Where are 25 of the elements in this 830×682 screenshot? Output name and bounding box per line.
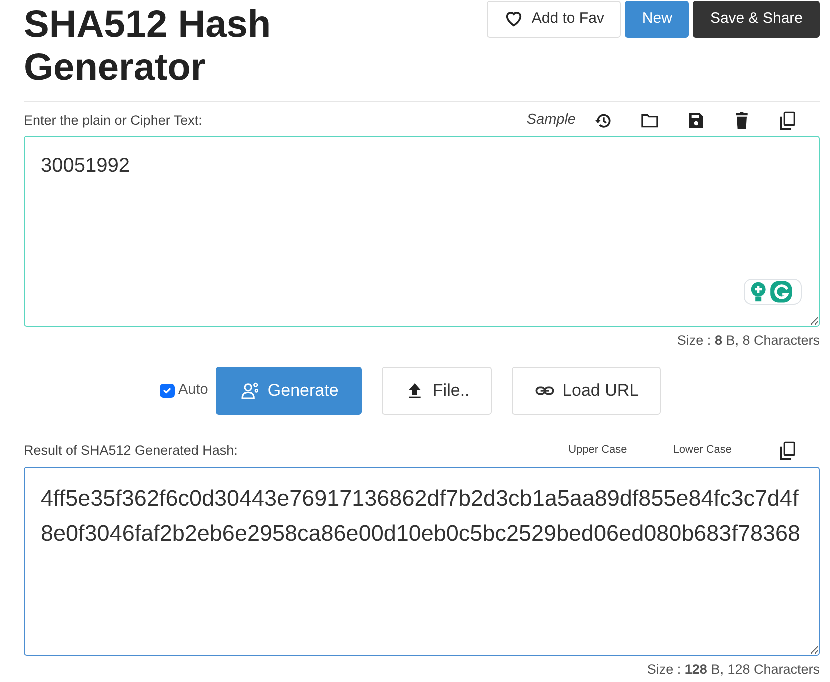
size-info: Size : 128 B, 128 Characters: [646, 660, 820, 679]
extension-badge-icon: [744, 278, 802, 305]
auto-label: Auto: [178, 380, 208, 400]
toolbar-copy-button[interactable]: [778, 110, 798, 131]
auto-checkbox[interactable]: [160, 384, 174, 398]
file-button[interactable]: File..: [382, 367, 492, 415]
fav-button[interactable]: Add to Fav: [486, 1, 622, 38]
result-field[interactable]: 4ff5e35f362f6c0d30443e76917136862df7b2d3cb1a5aa89df855e84fc3c7d4f8e0f3046faf2b2eb6e2958ca86e00d10eb0c5bc2529bed06ed080b683f78368: [24, 466, 820, 656]
new-button[interactable]: New: [625, 1, 690, 38]
case-link[interactable]: Lower Case: [673, 442, 732, 459]
share-button[interactable]: Save & Share: [693, 1, 820, 38]
sample-link[interactable]: Sample: [526, 110, 576, 132]
field-label: Enter the plain or Cipher Text:: [24, 112, 202, 130]
person-gear-icon: [240, 380, 260, 401]
copy-icon: [778, 110, 798, 131]
generate-button[interactable]: Generate: [216, 367, 362, 415]
page-title: SHA512 Hash Generator: [24, 4, 272, 90]
input-field[interactable]: 30051992: [24, 136, 820, 327]
field-label: Result of SHA512 Generated Hash:: [24, 442, 238, 460]
size-info: Size : 8 B, 8 Characters: [676, 332, 820, 350]
heart-icon: [504, 9, 524, 30]
copy-icon: [778, 440, 798, 461]
case-link[interactable]: Upper Case: [568, 442, 628, 459]
url-button[interactable]: Load URL: [512, 367, 662, 415]
copy-button[interactable]: [778, 440, 798, 461]
